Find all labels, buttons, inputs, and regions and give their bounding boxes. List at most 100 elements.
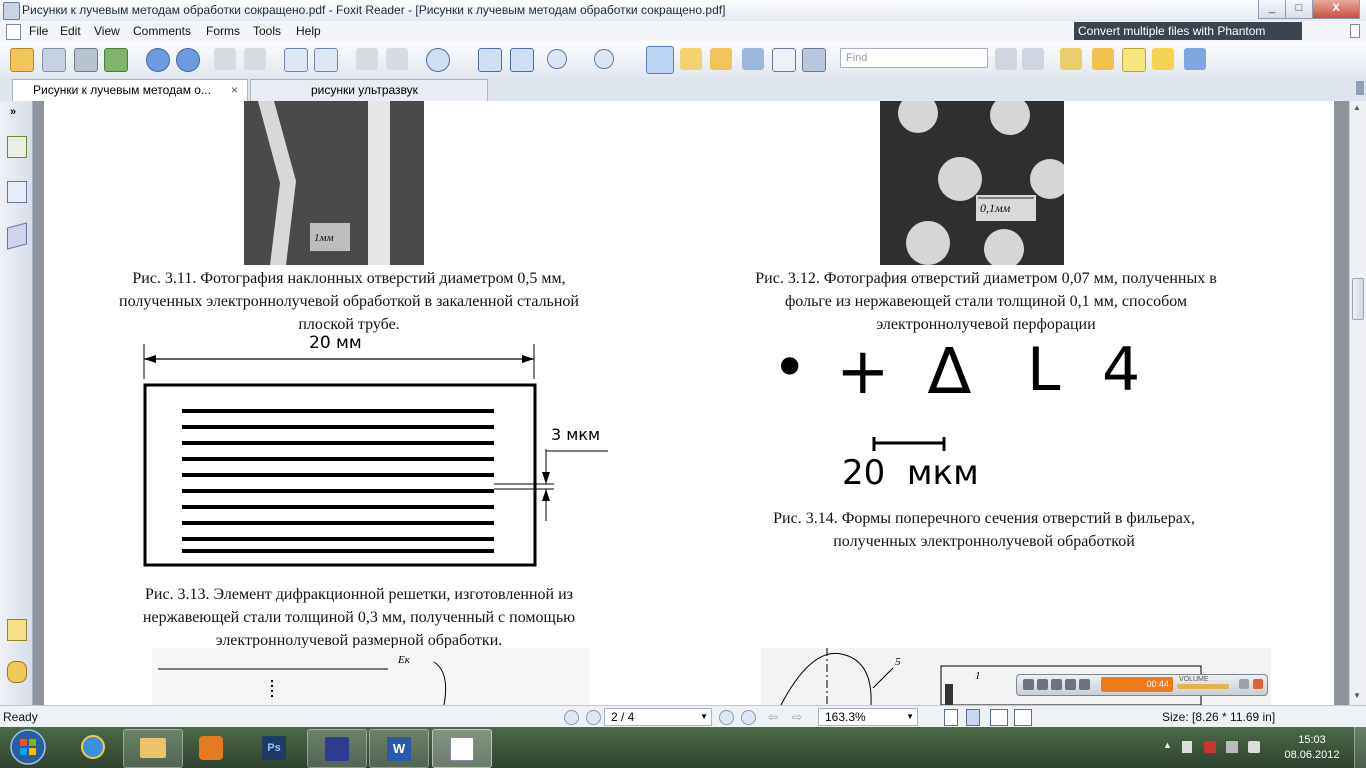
internet-explorer-icon[interactable] (63, 729, 121, 766)
word-icon[interactable]: W (369, 729, 429, 768)
volume-label: VOLUME (1179, 676, 1209, 683)
network-tray-icon[interactable] (1204, 741, 1216, 753)
photoshop-icon[interactable]: Ps (245, 729, 303, 766)
media-player-widget[interactable]: 00:44 VOLUME (1016, 674, 1268, 696)
fig-3-11-caption: Рис. 3.11. Фотография наклонных отверсти… (84, 267, 614, 336)
next-page-status-icon[interactable] (719, 710, 734, 725)
prev-track-icon[interactable] (1065, 679, 1076, 690)
find-input[interactable]: Find (840, 48, 988, 68)
prev-page-icon[interactable] (586, 710, 601, 725)
note-icon[interactable] (1152, 48, 1174, 70)
comment-tool-icon[interactable] (1060, 48, 1082, 70)
snapshot-icon[interactable] (802, 48, 826, 72)
find-binoculars-icon[interactable] (742, 48, 764, 70)
page-dropdown-icon[interactable]: ▼ (700, 709, 708, 725)
fit-width-icon[interactable] (510, 48, 534, 72)
menu-tools[interactable]: Tools (253, 24, 281, 38)
attachments-icon[interactable] (7, 661, 27, 683)
pencil-icon[interactable] (1092, 48, 1114, 70)
typewriter-icon[interactable] (772, 48, 796, 72)
previous-page-icon[interactable] (146, 48, 170, 72)
minimize-button[interactable]: _ (1258, 0, 1286, 19)
last-page-icon[interactable] (741, 710, 756, 725)
arrow-icon[interactable] (1184, 48, 1206, 70)
zoom-out-icon[interactable] (547, 49, 567, 69)
volume-slider[interactable] (1177, 684, 1229, 689)
next-track-icon[interactable] (1079, 679, 1090, 690)
maximize-button[interactable]: □ (1285, 0, 1313, 19)
save-icon[interactable] (42, 48, 66, 72)
zoom-in-icon[interactable] (594, 49, 614, 69)
restore-doc-icon[interactable] (1350, 24, 1360, 38)
scroll-thumb[interactable] (1352, 278, 1364, 320)
action-center-icon[interactable] (1226, 741, 1238, 753)
tab-document-2[interactable]: рисунки ультразвук (250, 79, 488, 101)
tab-document-1[interactable]: Рисунки к лучевым методам о... × (12, 79, 248, 101)
close-tab-icon[interactable]: × (231, 80, 238, 100)
menu-edit[interactable]: Edit (60, 24, 81, 38)
zoom-dropdown-icon[interactable]: ▼ (906, 709, 914, 725)
fit-page-icon[interactable] (478, 48, 502, 72)
facing-page-icon[interactable] (990, 709, 1008, 726)
document-menu-icon[interactable] (6, 24, 21, 40)
show-hidden-icons[interactable]: ▲ (1163, 740, 1172, 750)
zoom-field[interactable]: 163.3% ▼ (818, 708, 918, 726)
clock[interactable]: 15:03 08.06.2012 (1282, 733, 1342, 763)
menu-view[interactable]: View (94, 24, 120, 38)
hand-tool-icon[interactable] (646, 46, 674, 74)
email-icon[interactable] (104, 48, 128, 72)
menu-file[interactable]: File (29, 24, 48, 38)
bookmarks-icon[interactable] (7, 136, 27, 158)
next-page-icon[interactable] (176, 48, 200, 72)
play-icon[interactable] (1023, 679, 1034, 690)
comments-panel-icon[interactable] (7, 619, 27, 641)
copy-icon[interactable] (284, 48, 308, 72)
promo-banner[interactable]: Convert multiple files with Phantom (1074, 22, 1302, 40)
menu-help[interactable]: Help (296, 24, 321, 38)
back-icon[interactable] (214, 48, 236, 70)
select-annotation-icon[interactable] (710, 48, 732, 70)
layers-icon[interactable] (7, 222, 27, 250)
expand-panel-icon[interactable]: » (10, 106, 16, 118)
pause-icon[interactable] (1037, 679, 1048, 690)
undo-icon[interactable] (356, 48, 378, 70)
zoom-in-tool-icon[interactable] (426, 48, 450, 72)
save-app-icon[interactable] (307, 729, 367, 768)
scroll-down-icon[interactable]: ▼ (1353, 691, 1363, 701)
scroll-up-icon[interactable]: ▲ (1353, 103, 1363, 113)
media-player-icon[interactable] (181, 729, 239, 766)
open-icon[interactable] (10, 48, 34, 72)
stop-icon[interactable] (1051, 679, 1062, 690)
document-view[interactable]: 1мм Рис. 3.11. Фотография наклонных отве… (33, 101, 1349, 705)
first-page-icon[interactable] (564, 710, 579, 725)
volume-tray-icon[interactable] (1182, 741, 1192, 753)
file-explorer-icon[interactable] (123, 729, 183, 768)
minimize-player-icon[interactable] (1239, 679, 1249, 689)
foxit-app-icon[interactable] (3, 2, 20, 20)
foxit-reader-taskbar-icon[interactable] (432, 729, 492, 768)
page-number-field[interactable]: 2 / 4 ▼ (604, 708, 712, 726)
menu-forms[interactable]: Forms (206, 24, 240, 38)
history-back-icon[interactable]: ⇦ (768, 710, 778, 724)
close-player-icon[interactable] (1253, 679, 1263, 689)
tray-app-icon[interactable] (1248, 741, 1260, 753)
continuous-facing-icon[interactable] (1014, 709, 1032, 726)
single-page-icon[interactable] (944, 709, 958, 726)
textbox-icon[interactable] (1122, 48, 1146, 72)
history-forward-icon[interactable]: ⇨ (792, 710, 802, 724)
start-button-icon[interactable] (6, 727, 50, 768)
menu-comments[interactable]: Comments (133, 24, 191, 38)
tab-scroll-icon[interactable] (1356, 81, 1364, 95)
paste-icon[interactable] (314, 48, 338, 72)
find-previous-icon[interactable] (995, 48, 1017, 70)
vertical-scrollbar[interactable]: ▲ ▼ (1349, 101, 1366, 705)
close-window-button[interactable]: X (1312, 0, 1360, 19)
print-icon[interactable] (74, 48, 98, 72)
continuous-page-icon[interactable] (966, 709, 980, 726)
show-desktop-button[interactable] (1354, 727, 1366, 768)
pages-icon[interactable] (7, 181, 27, 203)
redo-icon[interactable] (386, 48, 408, 70)
select-text-icon[interactable] (680, 48, 702, 70)
forward-icon[interactable] (244, 48, 266, 70)
find-next-icon[interactable] (1022, 48, 1044, 70)
